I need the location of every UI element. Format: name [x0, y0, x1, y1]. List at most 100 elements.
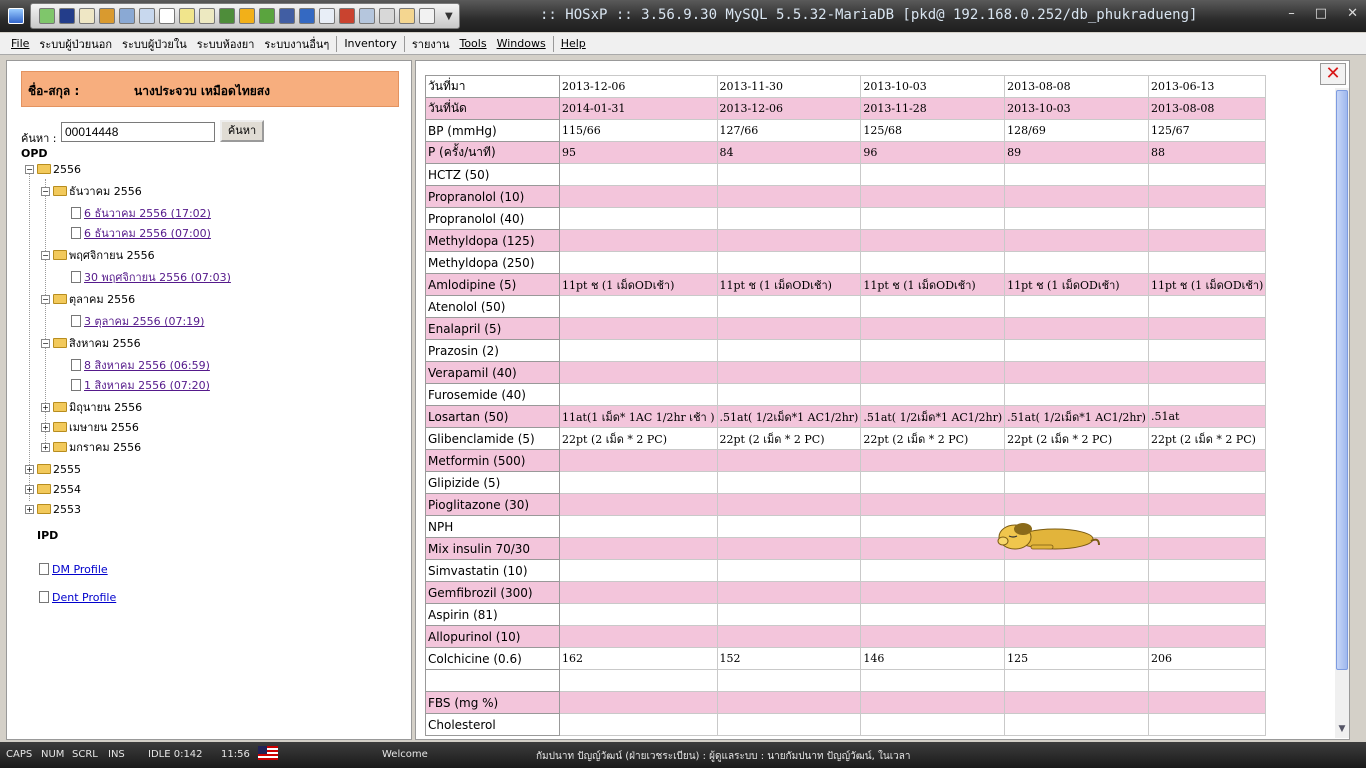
checklist-icon[interactable]: [139, 8, 155, 24]
search-input[interactable]: [61, 122, 215, 142]
document-icon[interactable]: [159, 8, 175, 24]
maximize-button[interactable]: □: [1315, 6, 1327, 21]
tree-label: 2556: [53, 162, 81, 176]
folder-icon[interactable]: [399, 8, 415, 24]
visit-link[interactable]: 1 สิงหาคม 2556 (07:20): [84, 376, 210, 394]
folder-icon: [53, 402, 67, 412]
menu-tools[interactable]: Tools: [459, 37, 486, 50]
scroll-down-icon[interactable]: ▼: [1336, 724, 1348, 736]
menu-inventory[interactable]: Inventory: [344, 37, 397, 50]
dm-profile-item[interactable]: DM Profile: [39, 561, 108, 577]
tree-month-aug[interactable]: − สิงหาคม 2556: [41, 335, 141, 351]
menu-help[interactable]: Help: [561, 37, 586, 50]
app-logo-icon[interactable]: [8, 8, 24, 24]
table-cell: 2013-10-03: [1004, 97, 1149, 120]
close-button[interactable]: ✕: [1347, 6, 1358, 21]
menu-opd[interactable]: ระบบผู้ป่วยนอก: [39, 35, 112, 53]
menu-reports[interactable]: รายงาน: [412, 35, 450, 53]
user-info: กัมปนาท ปัญญ์วัฒน์ (ฝ่ายเวชระเบียน) : ผู…: [536, 751, 911, 762]
tree-year-2554[interactable]: +2554: [25, 481, 81, 497]
clock-icon[interactable]: [319, 8, 335, 24]
refresh-icon[interactable]: [39, 8, 55, 24]
table-row: Furosemide (40): [425, 383, 1267, 406]
home-icon[interactable]: [339, 8, 355, 24]
table-cell: [1147, 163, 1267, 186]
table-cell: [716, 537, 862, 560]
language-flag-icon[interactable]: [258, 746, 278, 760]
search-document-icon[interactable]: [359, 8, 375, 24]
grid-icon[interactable]: [219, 8, 235, 24]
vertical-scrollbar[interactable]: ▼: [1335, 88, 1349, 738]
menu-file[interactable]: File: [11, 37, 29, 50]
expand-icon[interactable]: +: [25, 504, 34, 514]
visit-link[interactable]: 6 ธันวาคม 2556 (17:02): [84, 204, 211, 222]
quick-access-toolbar: ▼: [30, 3, 460, 29]
flash-icon[interactable]: [239, 8, 255, 24]
tree-year-2553[interactable]: +2553: [25, 501, 81, 517]
dm-profile-link[interactable]: DM Profile: [52, 563, 108, 576]
collapse-icon[interactable]: −: [25, 164, 34, 174]
table-row: Propranolol (40): [425, 207, 1267, 230]
tree-year-2555[interactable]: +2555: [25, 461, 81, 477]
tree-month-jan[interactable]: + มกราคม 2556: [41, 439, 141, 455]
table-cell: [559, 581, 718, 604]
close-panel-button[interactable]: ✕: [1320, 63, 1346, 85]
visit-link[interactable]: 8 สิงหาคม 2556 (06:59): [84, 356, 210, 374]
collapse-icon[interactable]: −: [41, 186, 50, 196]
visit-link[interactable]: 6 ธันวาคม 2556 (07:00): [84, 224, 211, 242]
tree-year-2556[interactable]: − 2556: [25, 161, 81, 177]
row-label: Verapamil (40): [425, 361, 560, 384]
tree-visit[interactable]: 8 สิงหาคม 2556 (06:59): [71, 357, 210, 373]
tree-visit[interactable]: 30 พฤศจิกายน 2556 (07:03): [71, 269, 231, 285]
expand-icon[interactable]: +: [41, 442, 50, 452]
tree-month-oct[interactable]: − ตุลาคม 2556: [41, 291, 135, 307]
tree-month-dec[interactable]: − ธันวาคม 2556: [41, 183, 142, 199]
window-icon[interactable]: [379, 8, 395, 24]
menu-ipd[interactable]: ระบบผู้ป่วยใน: [122, 35, 187, 53]
dent-profile-item[interactable]: Dent Profile: [39, 589, 116, 605]
collapse-icon[interactable]: −: [41, 250, 50, 260]
table-cell: [860, 295, 1006, 318]
visit-link[interactable]: 3 ตุลาคม 2556 (07:19): [84, 312, 204, 330]
visit-link[interactable]: 30 พฤศจิกายน 2556 (07:03): [84, 268, 231, 286]
chevron-down-icon[interactable]: ▼: [445, 11, 453, 22]
row-label: [425, 669, 560, 692]
table-cell: 2013-11-30: [716, 75, 862, 98]
tree-month-apr[interactable]: + เมษายน 2556: [41, 419, 139, 435]
tree-visit[interactable]: 6 ธันวาคม 2556 (17:02): [71, 205, 211, 221]
tree-month-nov[interactable]: − พฤศจิกายน 2556: [41, 247, 155, 263]
tree-visit[interactable]: 3 ตุลาคม 2556 (07:19): [71, 313, 204, 329]
note-icon[interactable]: [419, 8, 435, 24]
edit-icon[interactable]: [119, 8, 135, 24]
user-icon[interactable]: [259, 8, 275, 24]
folder-icon: [53, 338, 67, 348]
table-cell: [1004, 669, 1149, 692]
expand-icon[interactable]: +: [41, 422, 50, 432]
table-icon[interactable]: [199, 8, 215, 24]
table-cell: 2014-01-31: [559, 97, 718, 120]
monitor-icon[interactable]: [299, 8, 315, 24]
list-icon[interactable]: [279, 8, 295, 24]
tree-visit[interactable]: 6 ธันวาคม 2556 (07:00): [71, 225, 211, 241]
tools-icon[interactable]: [99, 8, 115, 24]
menu-windows[interactable]: Windows: [497, 37, 546, 50]
minimize-button[interactable]: –: [1288, 6, 1295, 21]
menu-pharmacy[interactable]: ระบบห้องยา: [197, 35, 255, 53]
dent-profile-link[interactable]: Dent Profile: [52, 591, 116, 604]
expand-icon[interactable]: +: [25, 484, 34, 494]
search-button[interactable]: ค้นหา: [220, 120, 264, 142]
tree-month-jun[interactable]: + มิถุนายน 2556: [41, 399, 142, 415]
collapse-icon[interactable]: −: [41, 338, 50, 348]
tree-visit[interactable]: 1 สิงหาคม 2556 (07:20): [71, 377, 210, 393]
clipboard-icon[interactable]: [79, 8, 95, 24]
collapse-icon[interactable]: −: [41, 294, 50, 304]
play-icon[interactable]: [59, 8, 75, 24]
table-cell: [1147, 493, 1267, 516]
table-cell: 125/68: [860, 119, 1006, 142]
menu-other[interactable]: ระบบงานอื่นๆ: [264, 35, 329, 53]
expand-icon[interactable]: +: [25, 464, 34, 474]
calculator-icon[interactable]: [179, 8, 195, 24]
scrollbar-thumb[interactable]: [1336, 90, 1348, 670]
table-cell: [716, 713, 862, 736]
expand-icon[interactable]: +: [41, 402, 50, 412]
